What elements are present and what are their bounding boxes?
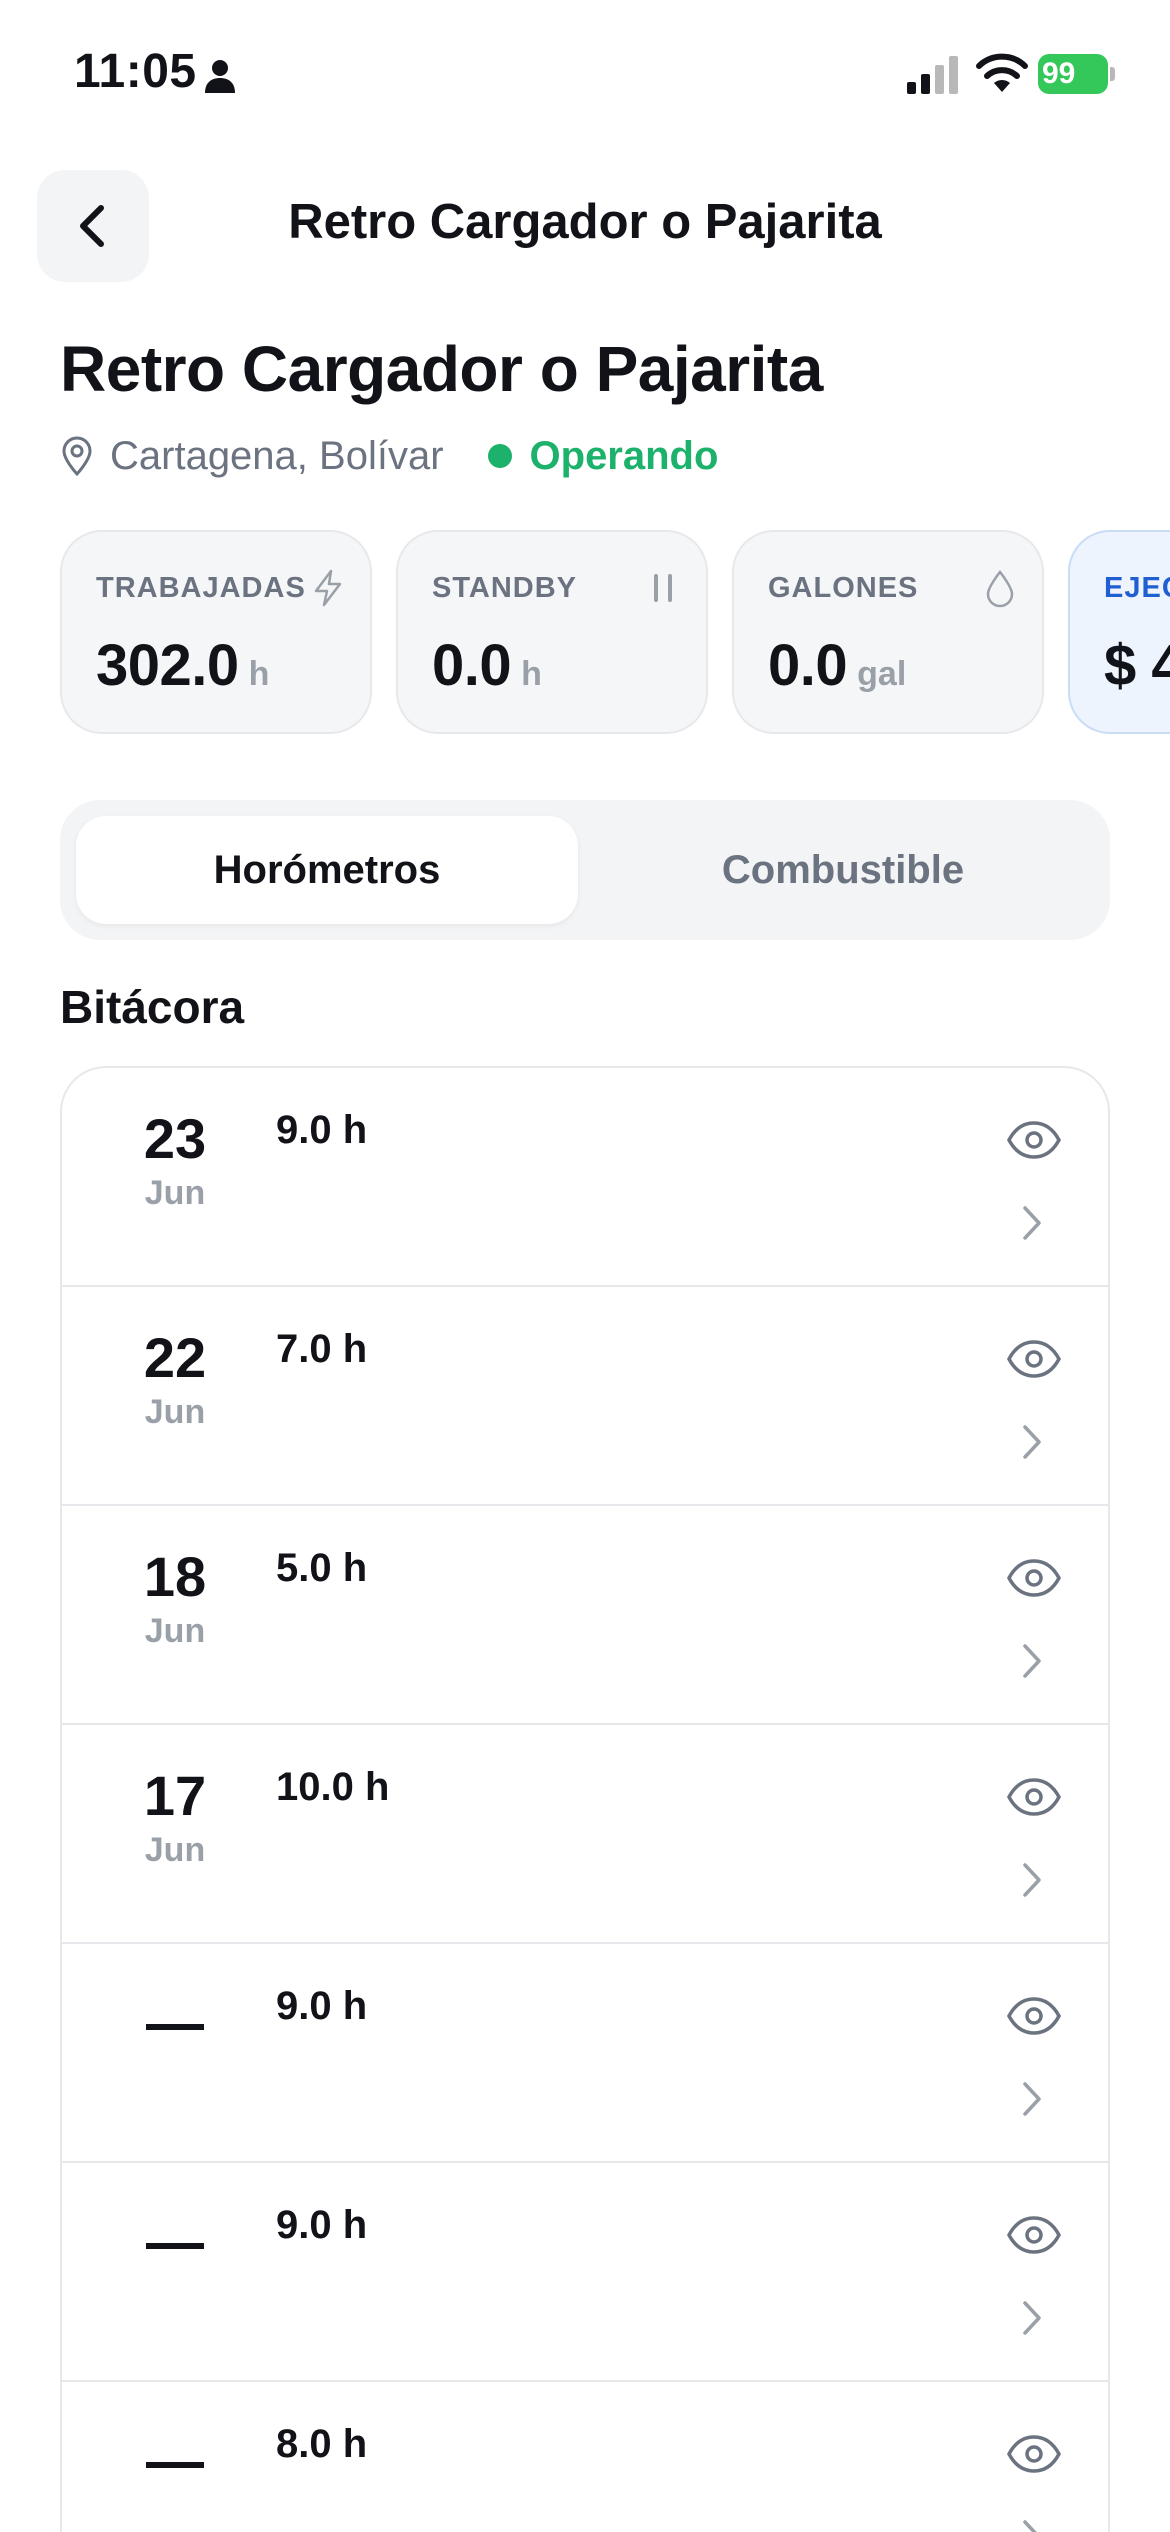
- stat-unit: gal: [857, 655, 907, 693]
- stat-value: $ 4: [1104, 632, 1170, 699]
- segmented-tabs: Horómetros Combustible: [60, 800, 1110, 940]
- log-month: Jun: [144, 1612, 206, 1650]
- stat-card-trabajadas[interactable]: TRABAJADAS 302.0 h: [60, 530, 372, 734]
- status-dot: [487, 444, 512, 468]
- stat-number: 0.0: [432, 633, 512, 698]
- stat-label: EJEC: [1104, 572, 1170, 604]
- stat-number: 302.0: [96, 633, 239, 698]
- log-hours: 8.0 h: [276, 2422, 368, 2466]
- stat-number: 0.0: [768, 633, 848, 698]
- log-row[interactable]: 23 Jun 9.0 h: [62, 1068, 1108, 1287]
- stat-label: TRABAJADAS: [96, 572, 306, 604]
- stat-value: 302.0 h: [96, 632, 269, 699]
- status-time: 11:05: [74, 45, 197, 98]
- stat-unit: h: [521, 655, 542, 693]
- log-hours: 9.0 h: [276, 2203, 368, 2247]
- chevron-right-icon[interactable]: [1020, 1204, 1044, 1242]
- log-hours: 9.0 h: [276, 1108, 368, 1152]
- log-hours: 7.0 h: [276, 1327, 368, 1371]
- eye-icon[interactable]: [1006, 1777, 1062, 1817]
- stat-value: 0.0 gal: [768, 632, 906, 699]
- log-row[interactable]: 9.0 h: [62, 2163, 1108, 2382]
- log-month: Jun: [144, 1393, 206, 1431]
- meta-row: Cartagena, Bolívar Operando: [60, 428, 718, 484]
- chevron-left-icon: [80, 205, 104, 247]
- eye-icon[interactable]: [1006, 1339, 1062, 1379]
- log-row[interactable]: 22 Jun 7.0 h: [62, 1287, 1108, 1506]
- page-title: Retro Cargador o Pajarita: [60, 333, 823, 405]
- tab-horometros[interactable]: Horómetros: [76, 816, 578, 924]
- log-row[interactable]: 17 Jun 10.0 h: [62, 1725, 1108, 1944]
- stat-label: STANDBY: [432, 572, 578, 604]
- status-bar: 11:05 99: [0, 0, 1170, 150]
- chevron-right-icon[interactable]: [1020, 2080, 1044, 2118]
- stat-unit: h: [248, 655, 270, 693]
- no-date-dash: [146, 2462, 204, 2468]
- chevron-right-icon[interactable]: [1020, 1423, 1044, 1461]
- stat-label: GALONES: [768, 572, 919, 604]
- signal-icon: [907, 56, 958, 94]
- log-month: Jun: [144, 1174, 206, 1212]
- tab-combustible[interactable]: Combustible: [592, 816, 1094, 924]
- bolt-icon: [314, 569, 342, 607]
- chevron-right-icon[interactable]: [1020, 1861, 1044, 1899]
- nav-title: Retro Cargador o Pajarita: [288, 195, 882, 249]
- log-day: 17: [143, 1764, 207, 1827]
- no-date-dash: [146, 2243, 204, 2249]
- eye-icon[interactable]: [1006, 2215, 1062, 2255]
- chevron-right-icon[interactable]: [1020, 2299, 1044, 2337]
- eye-icon[interactable]: [1006, 1120, 1062, 1160]
- log-month: Jun: [144, 1831, 206, 1869]
- log-hours: 5.0 h: [276, 1546, 368, 1590]
- location-text: Cartagena, Bolívar: [110, 433, 444, 478]
- status-badge: Operando: [529, 433, 719, 478]
- section-title: Bitácora: [60, 981, 245, 1033]
- drop-icon: [986, 569, 1014, 608]
- person-icon: [205, 60, 235, 93]
- stat-number: $ 4: [1104, 633, 1170, 698]
- nav-header: Retro Cargador o Pajarita: [0, 150, 1170, 300]
- log-hours: 9.0 h: [276, 1984, 368, 2028]
- log-hours: 10.0 h: [276, 1765, 390, 1809]
- wifi-icon: [976, 53, 1028, 92]
- stat-card-galones[interactable]: GALONES 0.0 gal: [732, 530, 1044, 734]
- eye-icon[interactable]: [1006, 1996, 1062, 2036]
- stat-card-standby[interactable]: STANDBY 0.0 h: [396, 530, 708, 734]
- stats-row[interactable]: TRABAJADAS 302.0 h STANDBY 0.0 h GALONES…: [60, 530, 1170, 736]
- log-day: 22: [143, 1326, 207, 1389]
- chevron-right-icon[interactable]: [1020, 2518, 1044, 2532]
- battery-level: 99: [1042, 57, 1076, 90]
- battery-icon: 99: [1038, 54, 1116, 94]
- log-list: 23 Jun 9.0 h 22 Jun 7.0 h 18 Jun 5.0 h 1…: [60, 1066, 1110, 2532]
- eye-icon[interactable]: [1006, 2434, 1062, 2474]
- chevron-right-icon[interactable]: [1020, 1642, 1044, 1680]
- log-row[interactable]: 18 Jun 5.0 h: [62, 1506, 1108, 1725]
- log-day: 18: [143, 1545, 207, 1608]
- no-date-dash: [146, 2024, 204, 2030]
- log-day: 23: [143, 1107, 207, 1170]
- location-pin-icon: [62, 436, 92, 476]
- stat-card-ejecutado[interactable]: EJEC $ 4: [1068, 530, 1170, 734]
- log-row[interactable]: 9.0 h: [62, 1944, 1108, 2163]
- log-row[interactable]: 8.0 h: [62, 2382, 1108, 2532]
- back-button[interactable]: [37, 170, 149, 282]
- pause-icon: [654, 574, 672, 602]
- eye-icon[interactable]: [1006, 1558, 1062, 1598]
- stat-value: 0.0 h: [432, 632, 542, 699]
